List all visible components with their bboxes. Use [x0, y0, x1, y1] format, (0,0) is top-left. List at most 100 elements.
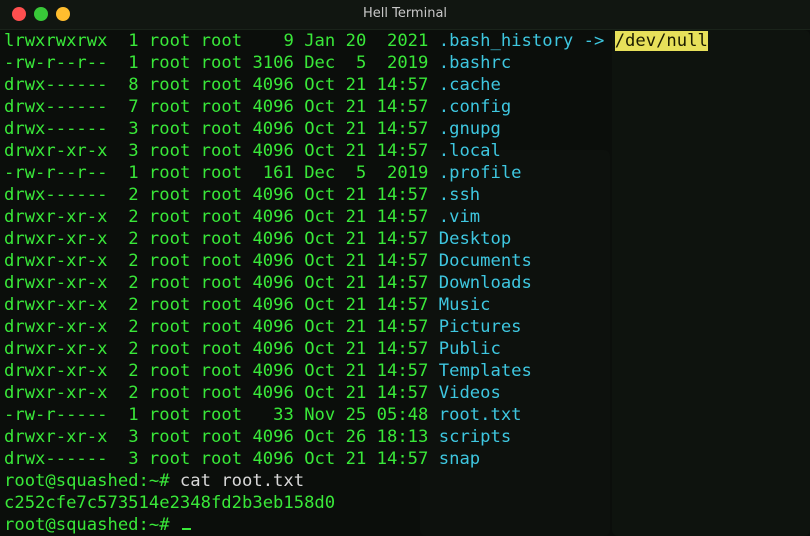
file-group: root [200, 163, 243, 183]
prompt-line[interactable]: root@squashed:~# cat root.txt [4, 470, 810, 492]
file-name: .gnupg [438, 119, 501, 139]
file-name: Desktop [438, 229, 512, 249]
file-size: 4096 [252, 75, 294, 95]
file-permissions: drwxr-xr-x [4, 251, 108, 271]
listing-row: drwxr-xr-x 2 root root 4096 Oct 21 14:57… [4, 338, 810, 360]
file-owner: root [148, 119, 191, 139]
file-group: root [200, 361, 243, 381]
file-owner: root [148, 251, 191, 271]
file-date: Nov 25 05:48 [304, 405, 429, 425]
file-permissions: drwxr-xr-x [4, 383, 108, 403]
file-size: 4096 [252, 119, 294, 139]
file-permissions: lrwxrwxrwx [4, 31, 108, 51]
file-name: root.txt [438, 405, 522, 425]
file-permissions: drwxr-xr-x [4, 427, 108, 447]
file-size: 4096 [252, 97, 294, 117]
link-count: 2 [128, 295, 139, 315]
file-group: root [200, 427, 243, 447]
listing-row: drwx------ 3 root root 4096 Oct 21 14:57… [4, 448, 810, 470]
symlink-target: /dev/null [614, 31, 708, 51]
link-count: 2 [128, 317, 139, 337]
file-name: .ssh [438, 185, 481, 205]
link-count: 1 [128, 31, 139, 51]
file-permissions: drwxr-xr-x [4, 361, 108, 381]
file-name: .config [438, 97, 512, 117]
file-name: Templates [438, 361, 532, 381]
file-size: 9 [283, 31, 294, 51]
link-count: 3 [128, 449, 139, 469]
link-count: 1 [128, 405, 139, 425]
listing-row: drwx------ 7 root root 4096 Oct 21 14:57… [4, 96, 810, 118]
file-owner: root [148, 273, 191, 293]
file-size: 4096 [252, 361, 294, 381]
listing-row: drwx------ 3 root root 4096 Oct 21 14:57… [4, 118, 810, 140]
title-bar[interactable]: Hell Terminal [0, 0, 810, 30]
file-owner: root [148, 207, 191, 227]
file-date: Oct 21 14:57 [304, 207, 429, 227]
file-permissions: drwx------ [4, 449, 108, 469]
prompt-line[interactable]: root@squashed:~# [4, 514, 810, 536]
file-group: root [200, 119, 243, 139]
file-owner: root [148, 383, 191, 403]
file-size: 4096 [252, 339, 294, 359]
file-date: Oct 21 14:57 [304, 141, 429, 161]
file-date: Oct 21 14:57 [304, 75, 429, 95]
file-size: 4096 [252, 251, 294, 271]
file-permissions: drwxr-xr-x [4, 339, 108, 359]
listing-row: drwx------ 2 root root 4096 Oct 21 14:57… [4, 184, 810, 206]
file-group: root [200, 339, 243, 359]
file-group: root [200, 295, 243, 315]
file-size: 4096 [252, 229, 294, 249]
link-count: 2 [128, 361, 139, 381]
file-owner: root [148, 361, 191, 381]
file-name: scripts [438, 427, 512, 447]
file-date: Oct 21 14:57 [304, 339, 429, 359]
file-permissions: drwxr-xr-x [4, 207, 108, 227]
shell-prompt: root@squashed:~# [4, 515, 170, 535]
command-output: c252cfe7c573514e2348fd2b3eb158d0 [4, 492, 810, 514]
command-text: cat root.txt [169, 471, 305, 491]
file-permissions: -rw-r--r-- [4, 53, 108, 73]
file-group: root [200, 53, 243, 73]
file-date: Oct 21 14:57 [304, 295, 429, 315]
file-group: root [200, 273, 243, 293]
listing-row: drwxr-xr-x 2 root root 4096 Oct 21 14:57… [4, 228, 810, 250]
file-owner: root [148, 317, 191, 337]
listing-row: drwxr-xr-x 3 root root 4096 Oct 21 14:57… [4, 140, 810, 162]
file-permissions: drwxr-xr-x [4, 273, 108, 293]
file-name: Videos [438, 383, 501, 403]
root-flag-hash: c252cfe7c573514e2348fd2b3eb158d0 [4, 493, 336, 513]
listing-row: drwxr-xr-x 2 root root 4096 Oct 21 14:57… [4, 272, 810, 294]
file-owner: root [148, 449, 191, 469]
file-permissions: drwx------ [4, 185, 108, 205]
file-name: .vim [438, 207, 481, 227]
file-date: Oct 21 14:57 [304, 273, 429, 293]
listing-row: drwxr-xr-x 2 root root 4096 Oct 21 14:57… [4, 382, 810, 404]
link-count: 8 [128, 75, 139, 95]
file-date: Oct 21 14:57 [304, 185, 429, 205]
file-group: root [200, 97, 243, 117]
listing-row: -rw-r--r-- 1 root root 3106 Dec 5 2019 .… [4, 52, 810, 74]
file-size: 4096 [252, 185, 294, 205]
file-group: root [200, 251, 243, 271]
file-group: root [200, 207, 243, 227]
file-date: Oct 21 14:57 [304, 229, 429, 249]
file-size: 4096 [252, 295, 294, 315]
file-permissions: drwx------ [4, 119, 108, 139]
file-name: .profile [438, 163, 522, 183]
file-permissions: drwx------ [4, 75, 108, 95]
file-permissions: drwxr-xr-x [4, 229, 108, 249]
command-text [170, 515, 180, 535]
file-group: root [200, 405, 243, 425]
link-count: 1 [128, 53, 139, 73]
link-count: 2 [128, 251, 139, 271]
file-name: Pictures [438, 317, 522, 337]
file-owner: root [148, 185, 191, 205]
file-size: 4096 [252, 317, 294, 337]
file-permissions: drwxr-xr-x [4, 141, 108, 161]
listing-row: -rw-r--r-- 1 root root 161 Dec 5 2019 .p… [4, 162, 810, 184]
file-name: snap [438, 449, 481, 469]
terminal-output[interactable]: lrwxrwxrwx 1 root root 9 Jan 20 2021 .ba… [4, 30, 810, 536]
file-owner: root [148, 75, 191, 95]
file-size: 3106 [252, 53, 294, 73]
